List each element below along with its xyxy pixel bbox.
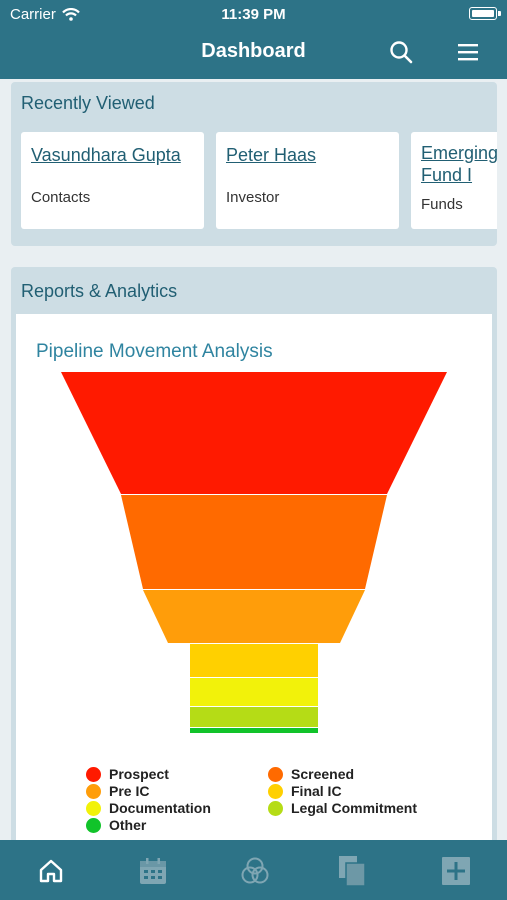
add-icon xyxy=(442,857,470,885)
tab-documents[interactable] xyxy=(335,854,369,888)
funnel-chart xyxy=(61,372,447,733)
recent-item-name[interactable]: Peter Haas xyxy=(226,144,316,166)
legend-item[interactable]: Other xyxy=(86,817,146,833)
home-icon xyxy=(39,859,63,883)
legend-dot xyxy=(86,817,101,833)
legend-label: Legal Commitment xyxy=(291,800,418,816)
page-title: Dashboard xyxy=(201,40,306,62)
legend-dot xyxy=(268,766,283,782)
recently-viewed-title: Recently Viewed xyxy=(21,93,155,113)
legend-label: Other xyxy=(109,817,147,833)
tab-network[interactable] xyxy=(238,854,272,888)
legend-item[interactable]: Pre IC xyxy=(86,783,149,799)
legend-label: Screened xyxy=(291,766,355,782)
funnel-segment-final-ic[interactable] xyxy=(190,644,318,677)
recent-item-type: Funds xyxy=(421,196,463,213)
calendar-icon xyxy=(140,858,166,884)
tab-home[interactable] xyxy=(34,854,68,888)
legend-item[interactable]: Legal Commitment xyxy=(268,800,417,816)
legend-label: Final IC xyxy=(291,783,342,799)
clock: 11:39 PM xyxy=(221,6,286,23)
recent-card-emerging-fund[interactable]: Emerging Fund I Funds xyxy=(411,132,497,229)
legend-dot xyxy=(86,783,101,799)
legend-label: Prospect xyxy=(109,766,169,782)
recent-item-type: Contacts xyxy=(31,189,91,206)
legend-item[interactable]: Prospect xyxy=(86,766,169,782)
funnel-segment-prospect[interactable] xyxy=(61,372,447,494)
recent-item-name-line2[interactable]: Fund I xyxy=(421,164,472,186)
tab-calendar[interactable] xyxy=(136,854,170,888)
recent-item-type: Investor xyxy=(226,189,280,206)
menu-button[interactable] xyxy=(454,38,482,66)
search-button[interactable] xyxy=(387,38,415,66)
funnel-segment-other[interactable] xyxy=(190,728,318,733)
recent-item-name-line1[interactable]: Emerging xyxy=(421,142,497,164)
triple-circle-icon xyxy=(241,857,269,884)
funnel-segment-pre-ic[interactable] xyxy=(143,590,365,643)
funnel-segment-legal-commitment[interactable] xyxy=(190,707,318,727)
legend-dot xyxy=(268,783,283,799)
chart-card: Pipeline Movement Analysis Prospect Scree… xyxy=(16,314,492,874)
search-icon xyxy=(390,41,413,64)
legend-dot xyxy=(86,766,101,782)
tab-add[interactable] xyxy=(439,854,473,888)
documents-icon xyxy=(339,856,366,887)
battery-icon xyxy=(469,7,497,20)
recent-card-vasundhara[interactable]: Vasundhara Gupta Contacts xyxy=(21,132,204,229)
legend-item[interactable]: Documentation xyxy=(86,800,211,816)
funnel-segment-screened[interactable] xyxy=(121,495,387,589)
recent-item-name[interactable]: Vasundhara Gupta xyxy=(31,144,181,166)
reports-section: Reports & Analytics Pipeline Movement An… xyxy=(11,267,497,874)
recent-card-peter[interactable]: Peter Haas Investor xyxy=(216,132,399,229)
recently-viewed-section: Recently Viewed Vasundhara Gupta Contact… xyxy=(11,82,497,246)
chart-title: Pipeline Movement Analysis xyxy=(36,341,273,362)
battery-tip xyxy=(498,11,501,16)
hamburger-menu-icon xyxy=(458,44,478,61)
top-bar: Carrier 11:39 PM Dashboard xyxy=(0,0,507,79)
funnel-segment-documentation[interactable] xyxy=(190,678,318,706)
legend-label: Documentation xyxy=(109,800,211,816)
legend-item[interactable]: Final IC xyxy=(268,783,342,799)
tab-bar xyxy=(0,840,507,900)
legend-item[interactable]: Screened xyxy=(268,766,354,782)
legend-dot xyxy=(86,800,101,816)
legend-label: Pre IC xyxy=(109,783,150,799)
legend-dot xyxy=(268,800,283,816)
reports-title: Reports & Analytics xyxy=(21,281,178,301)
status-bar: Carrier 11:39 PM xyxy=(0,0,507,28)
